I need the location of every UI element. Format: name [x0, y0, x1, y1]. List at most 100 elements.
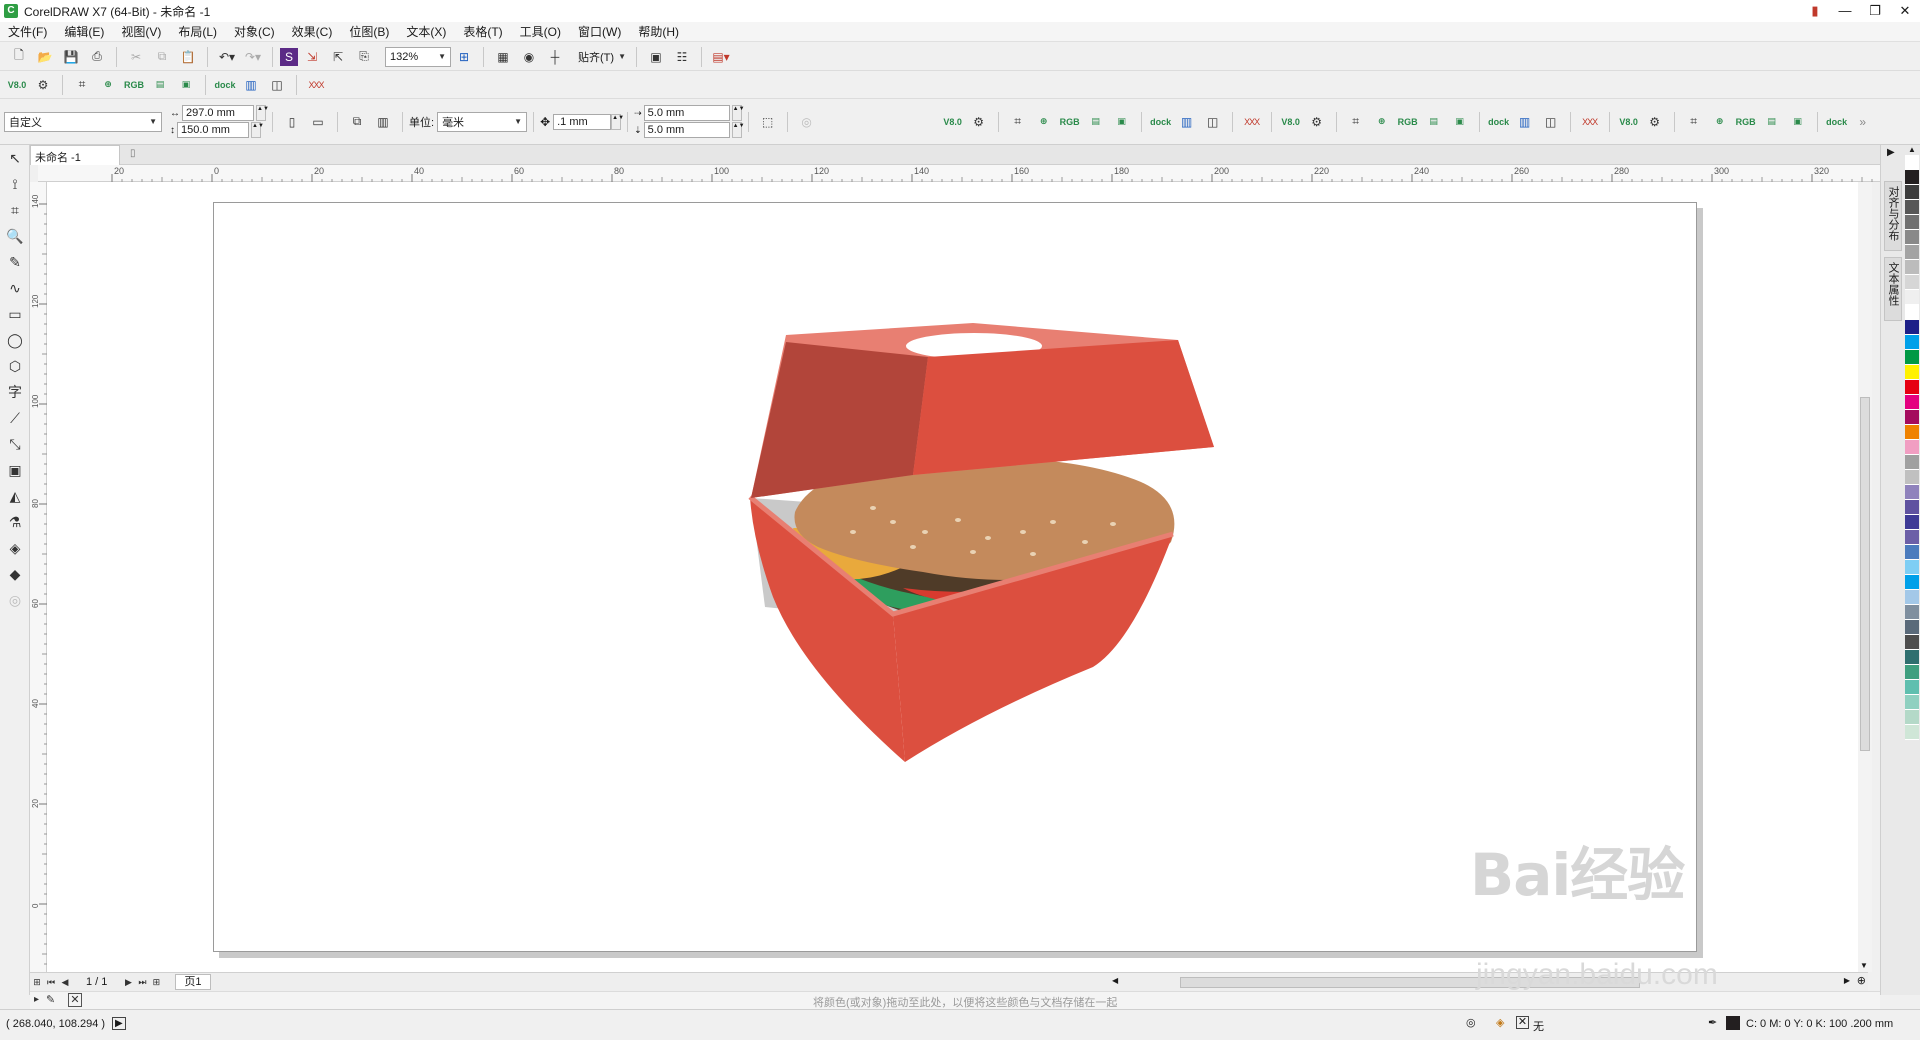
ellipse-tool-icon[interactable]: ◯	[0, 327, 30, 353]
crop-tool-icon[interactable]: ⌗	[0, 197, 30, 223]
color-swatch[interactable]	[1905, 725, 1919, 740]
duplicate-x-field[interactable]: 5.0 mm	[643, 105, 730, 121]
color-swatch[interactable]	[1905, 470, 1919, 485]
show-guidelines-icon[interactable]: ┼	[543, 46, 567, 68]
convert-curves-icon-4[interactable]: ⊕	[1708, 111, 1732, 133]
redo-icon[interactable]: ↷▾	[241, 46, 265, 68]
connector-tool-icon[interactable]: ⤡	[0, 431, 30, 457]
menu-bitmaps[interactable]: 位图(B)	[349, 23, 389, 40]
drop-shadow-icon[interactable]: ▣	[0, 457, 30, 483]
new-tab-icon[interactable]: ▯	[130, 148, 136, 159]
convert-curves-icon-3[interactable]: ⊕	[1370, 111, 1394, 133]
barcode-icon-3[interactable]: ▥	[1513, 111, 1537, 133]
previous-page-icon[interactable]: ◀	[58, 977, 72, 988]
menu-layout[interactable]: 布局(L)	[178, 23, 217, 40]
vertical-ruler[interactable]: 140 120 100 80 60 40 20 0	[30, 182, 47, 972]
menu-table[interactable]: 表格(T)	[463, 23, 502, 40]
status-expand-icon[interactable]: ▶	[112, 1017, 126, 1030]
navigator-icon[interactable]: ⊕	[1857, 974, 1866, 987]
align-grid-icon-3[interactable]: ⌗	[1344, 111, 1368, 133]
first-page-icon[interactable]: ⏮	[44, 977, 58, 988]
color-swatch[interactable]	[1905, 575, 1919, 590]
color-swatch[interactable]	[1905, 665, 1919, 680]
menu-text[interactable]: 文本(X)	[406, 23, 446, 40]
version-label-4[interactable]: V8.0	[1617, 111, 1641, 133]
save-icon[interactable]: 💾	[59, 46, 83, 68]
scroll-down-icon[interactable]: ▼	[1860, 961, 1868, 970]
all-pages-icon[interactable]: ⧉	[345, 111, 369, 133]
undo-icon[interactable]: ↶▾	[215, 46, 239, 68]
color-swatch[interactable]	[1905, 155, 1919, 170]
docker-tab-text-properties[interactable]: 文本属性	[1884, 257, 1902, 321]
page-border-icon[interactable]: ⬚	[756, 111, 780, 133]
portrait-icon[interactable]: ▯	[280, 111, 304, 133]
node-tool-icon-4[interactable]: ⚙	[1643, 111, 1667, 133]
scroll-left-icon[interactable]: ◀	[1112, 976, 1118, 985]
menu-effects[interactable]: 效果(C)	[292, 23, 333, 40]
rgb-to-cmyk-icon[interactable]: RGB	[122, 74, 146, 96]
duplicate-y-field[interactable]: 5.0 mm	[643, 122, 730, 138]
color-eyedropper-icon[interactable]: ⚗	[0, 509, 30, 535]
search-content-icon[interactable]: S	[280, 47, 298, 66]
fill-bucket-icon[interactable]: ◈	[1496, 1016, 1504, 1029]
rgb-to-cmyk-icon-3[interactable]: RGB	[1396, 111, 1420, 133]
color-swatch[interactable]	[1905, 485, 1919, 500]
new-document-icon[interactable]: 🗋	[7, 46, 31, 68]
duplicate-x-spinner[interactable]: ▲▼	[731, 105, 745, 121]
zoom-tool-icon[interactable]: 🔍	[0, 223, 30, 249]
color-swatch[interactable]	[1905, 185, 1919, 200]
page-size-select[interactable]: 自定义 ▼	[4, 111, 162, 132]
horizontal-ruler[interactable]: 20 0 20 40 60 80 100 120 140 160 180 200 220 240 260 28…	[38, 165, 1880, 182]
transparency-tool-icon[interactable]: ◭	[0, 483, 30, 509]
arrange-icon-2[interactable]: ▤	[1084, 111, 1108, 133]
barcode-icon-2[interactable]: ▥	[1175, 111, 1199, 133]
color-swatch[interactable]	[1905, 320, 1919, 335]
layers-icon-2[interactable]: ◫	[1201, 111, 1225, 133]
arrange-icon-4[interactable]: ▤	[1760, 111, 1784, 133]
color-swatch[interactable]	[1905, 455, 1919, 470]
layers-icon[interactable]: ◫	[265, 74, 289, 96]
color-swatch[interactable]	[1905, 245, 1919, 260]
version-label-3[interactable]: V8.0	[1279, 111, 1303, 133]
color-swatch[interactable]	[1905, 230, 1919, 245]
color-swatch[interactable]	[1905, 680, 1919, 695]
paste-icon[interactable]: 📋	[176, 46, 200, 68]
dock-icon-3[interactable]: dock	[1487, 111, 1511, 133]
color-swatch[interactable]	[1905, 620, 1919, 635]
outline-color-swatch[interactable]	[1726, 1016, 1740, 1030]
scroll-right-icon[interactable]: ▶	[1844, 976, 1850, 985]
color-swatch[interactable]	[1905, 335, 1919, 350]
text-tool-icon[interactable]: 字	[0, 379, 30, 405]
color-swatch[interactable]	[1905, 275, 1919, 290]
page-width-field[interactable]: 297.0 mm	[182, 105, 254, 121]
color-swatch[interactable]	[1905, 515, 1919, 530]
polygon-tool-icon[interactable]: ⬡	[0, 353, 30, 379]
color-swatch[interactable]	[1905, 170, 1919, 185]
page-tab[interactable]: 页1	[175, 974, 211, 990]
no-color-icon[interactable]: ✕	[68, 993, 82, 1007]
page-height-field[interactable]: 150.0 mm	[177, 122, 249, 138]
color-swatch[interactable]	[1905, 695, 1919, 710]
add-tool-icon[interactable]: ◎	[0, 587, 30, 613]
color-swatch[interactable]	[1905, 545, 1919, 560]
color-swatch[interactable]	[1905, 395, 1919, 410]
menu-help[interactable]: 帮助(H)	[638, 23, 679, 40]
minimize-button[interactable]: —	[1830, 0, 1860, 22]
document-palette-strip[interactable]: ▸ ✎ ✕ 将颜色(或对象)拖动至此处，以便将这些颜色与文档存储在一起	[30, 991, 1880, 1009]
pick-tool-icon[interactable]: ↖	[0, 145, 30, 171]
smart-fill-icon[interactable]: ◆	[0, 561, 30, 587]
menu-edit[interactable]: 编辑(E)	[64, 23, 104, 40]
cut-icon[interactable]: ✂	[124, 46, 148, 68]
nudge-spinner[interactable]: ▲▼	[611, 113, 624, 130]
color-swatch[interactable]	[1905, 305, 1919, 320]
dock-icon-4[interactable]: dock	[1825, 111, 1849, 133]
add-page-end-icon[interactable]: ⊞	[149, 977, 163, 988]
color-swatch[interactable]	[1905, 530, 1919, 545]
color-swatch[interactable]	[1905, 365, 1919, 380]
snap-to-menu[interactable]: 贴齐(T) ▼	[574, 47, 630, 67]
width-spinner[interactable]: ▲▼	[256, 105, 269, 121]
import-icon[interactable]: ⇲	[300, 46, 324, 68]
vertical-scrollbar[interactable]: ▼	[1858, 182, 1872, 972]
color-swatch[interactable]	[1905, 635, 1919, 650]
rgb-to-cmyk-icon-2[interactable]: RGB	[1058, 111, 1082, 133]
